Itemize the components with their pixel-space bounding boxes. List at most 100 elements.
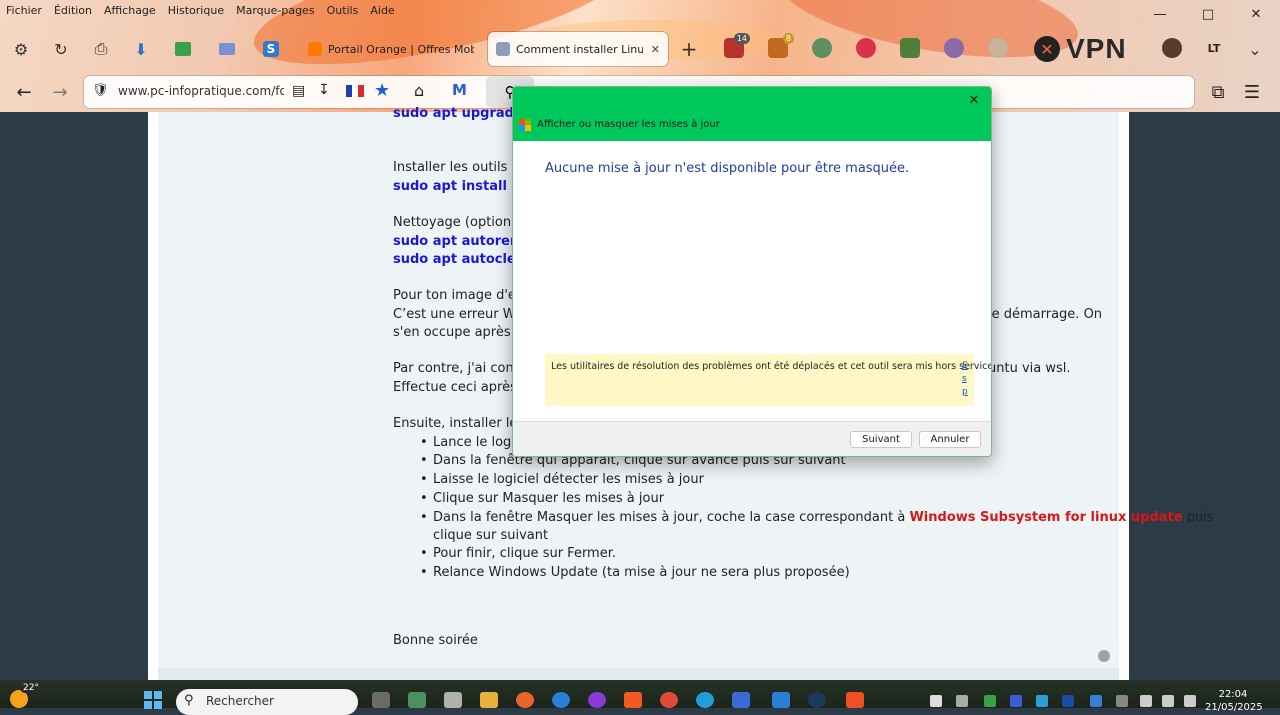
profile-lt-icon[interactable]: LT (1204, 38, 1224, 58)
close-window-button[interactable]: ✕ (1232, 0, 1280, 28)
tor-browser-icon[interactable] (588, 692, 606, 708)
next-button[interactable]: Suivant (850, 431, 912, 448)
tray-icon[interactable] (1062, 695, 1074, 707)
text-cleanup: Nettoyage (optionne (393, 215, 528, 230)
save-page-icon[interactable]: ↧ (318, 82, 330, 98)
menu-aide[interactable]: Aide (364, 0, 400, 22)
tab-comment-installer-linux[interactable]: Comment installer Linux sur W ✕ (488, 32, 668, 66)
tray-icon[interactable] (1010, 695, 1022, 707)
tray-icon[interactable] (930, 695, 942, 707)
menu-affichage[interactable]: Affichage (98, 0, 162, 22)
deprecation-notice: Les utilitaires de résolution des problè… (545, 354, 991, 406)
pocket-icon[interactable] (856, 38, 876, 58)
list-item-continuation: clique sur suivant (433, 528, 549, 543)
network-icon[interactable] (1140, 695, 1152, 707)
taskbar-app-icon[interactable] (444, 692, 462, 708)
mail-icon[interactable] (772, 692, 790, 708)
minimize-button[interactable]: — (1136, 0, 1184, 28)
extension-icon-3[interactable] (812, 38, 832, 58)
weather-widget[interactable]: 22° (8, 683, 42, 708)
text-then-install: Ensuite, installer le (393, 416, 518, 431)
menu-marque-pages[interactable]: Marque-pages (230, 0, 320, 22)
firefox-icon[interactable] (516, 692, 534, 708)
taskbar-clock[interactable]: 22:04 (1218, 689, 1248, 700)
dialog-body: Aucune mise à jour n'est disponible pour… (513, 141, 991, 421)
tray-icon[interactable] (984, 695, 996, 707)
scroll-to-top-icon[interactable] (1098, 650, 1110, 662)
back-arrow-icon[interactable]: ← (12, 80, 36, 104)
settings-gear-icon[interactable]: ⚙ (10, 38, 32, 60)
security-shield-icon[interactable]: 🛡 (92, 83, 109, 99)
reader-view-icon[interactable]: ▤ (292, 83, 305, 99)
notice-link[interactable]: E s p (962, 360, 970, 399)
bookmark-star-icon[interactable]: ★ (374, 80, 390, 101)
tab-list-chevron-icon[interactable]: ⌄ (1244, 38, 1266, 60)
vpn-off-icon: ✕ (1034, 36, 1060, 62)
new-tab-plus-icon[interactable]: + (678, 37, 700, 61)
list-item: Pour finir, clique sur Fermer. (420, 546, 616, 561)
vpn-badge[interactable]: ✕ VPN (1034, 32, 1127, 66)
translate-extension-icon[interactable] (216, 38, 238, 60)
url-text[interactable]: www.pc-infopratique.com/forum (118, 84, 284, 98)
extensions-puzzle-icon[interactable]: ⧉ (1206, 80, 1230, 104)
account-icon[interactable] (1162, 38, 1182, 58)
keyboard-icon[interactable] (1116, 695, 1128, 707)
text-error-windows: C’est une erreur Wir (393, 307, 525, 322)
ublock-shield-icon[interactable]: 14 (724, 33, 750, 58)
extension-icon-7[interactable] (988, 38, 1008, 58)
edge-icon[interactable] (696, 692, 714, 708)
task-view-icon[interactable] (372, 692, 390, 708)
file-explorer-icon[interactable] (480, 692, 498, 708)
list-item: Relance Windows Update (ta mise à jour n… (420, 565, 850, 580)
home-icon[interactable]: ⌂ (414, 81, 424, 100)
tray-icon[interactable] (1036, 695, 1048, 707)
extension-icon-5[interactable] (900, 38, 920, 58)
start-windows-icon[interactable] (144, 691, 162, 709)
list-item: Lance le logic (420, 435, 522, 450)
volume-icon[interactable] (1162, 695, 1174, 707)
reload-icon[interactable]: ↻ (50, 38, 72, 60)
menu-historique[interactable]: Historique (162, 0, 230, 22)
menu-bar: Fichier Édition Affichage Historique Mar… (0, 0, 401, 22)
cancel-button[interactable]: Annuler (919, 431, 981, 448)
orange-favicon-icon (308, 42, 322, 56)
french-flag-icon[interactable] (346, 85, 364, 97)
print-icon[interactable]: ⎙ (90, 38, 112, 60)
text-contra-end: untu via wsl. (988, 361, 1071, 376)
taskbar-search-box[interactable]: ⚲ Rechercher (176, 689, 358, 715)
brave-icon[interactable] (624, 692, 642, 708)
hamburger-menu-icon[interactable]: ☰ (1240, 80, 1264, 104)
menu-edition[interactable]: Édition (48, 0, 98, 22)
screenshot-extension-icon[interactable] (172, 38, 194, 60)
show-hide-updates-dialog: ✕ Afficher ou masquer les mises à jour A… (512, 86, 992, 457)
download-icon[interactable]: ⬇ (130, 38, 152, 60)
notice-text: Les utilitaires de résolution des problè… (551, 361, 992, 372)
s-extension-icon[interactable]: S (260, 38, 282, 60)
text-error-later: s'en occupe après. (393, 325, 515, 340)
battery-icon[interactable] (1184, 695, 1196, 707)
steam-icon[interactable] (808, 692, 826, 708)
taskbar-app-icon[interactable] (408, 692, 426, 708)
gmail-icon[interactable]: M (452, 81, 467, 99)
tray-icon[interactable] (956, 695, 968, 707)
menu-outils[interactable]: Outils (321, 0, 365, 22)
extension-icon-6[interactable] (944, 38, 964, 58)
tab-portail-orange[interactable]: Portail Orange | Offres Mobile (300, 32, 482, 66)
taskbar-app-icon[interactable] (732, 692, 750, 708)
text-install-tools: Installer les outils de (393, 160, 528, 175)
dialog-title: Afficher ou masquer les mises à jour (537, 119, 720, 130)
highlight-wsl-update: Windows Subsystem for linux update (909, 510, 1183, 525)
taskbar-app-icon[interactable] (552, 692, 570, 708)
extension-icon-2[interactable]: 8 (768, 33, 794, 58)
dialog-footer: Suivant Annuler (513, 421, 991, 456)
dialog-close-icon[interactable]: ✕ (965, 91, 983, 109)
maximize-button[interactable]: □ (1184, 0, 1232, 28)
text-error-windows-end: le démarrage. On (988, 307, 1103, 322)
close-tab-icon[interactable]: ✕ (651, 43, 660, 56)
forward-arrow-icon[interactable]: → (48, 80, 72, 104)
menu-fichier[interactable]: Fichier (0, 0, 48, 22)
text-signoff: Bonne soirée (393, 633, 478, 648)
chrome-icon[interactable] (660, 692, 678, 708)
bluetooth-icon[interactable] (1090, 695, 1102, 707)
windows-update-app-icon[interactable] (846, 692, 864, 708)
